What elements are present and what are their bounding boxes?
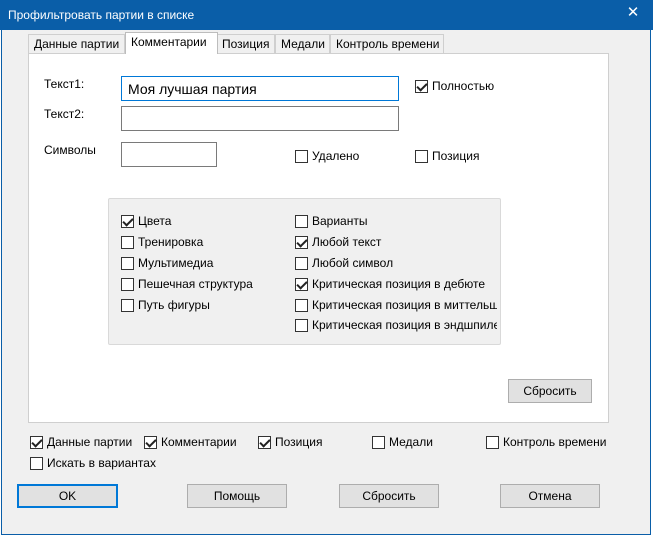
text2-label: Текст2: (44, 107, 85, 121)
tab-comments[interactable]: Комментарии (125, 32, 218, 54)
checkbox-box (121, 298, 134, 312)
option-critical-middlegame[interactable]: Критическая позиция в миттельшпиле (295, 298, 497, 312)
help-button[interactable]: Помощь (187, 484, 287, 508)
option-label: Любой символ (312, 256, 394, 270)
scope-label: Комментарии (161, 435, 237, 449)
checkbox-box (295, 256, 308, 270)
option-label: Критическая позиция в дебюте (312, 277, 486, 291)
panel-reset-button[interactable]: Сбросить (508, 379, 592, 403)
checkbox-box (30, 456, 43, 470)
scope-comments[interactable]: Комментарии (144, 435, 237, 449)
checkbox-box (486, 435, 499, 449)
checkbox-box (295, 214, 308, 228)
window-title: Профильтровать партии в списке (8, 8, 195, 22)
option-label: Путь фигуры (138, 298, 210, 312)
full-match-label: Полностью (432, 79, 495, 93)
checkbox-box (372, 435, 385, 449)
checkbox-box (415, 79, 428, 93)
checkbox-box (295, 235, 308, 249)
scope-game-data[interactable]: Данные партии (30, 435, 132, 449)
option-label: Критическая позиция в миттельшпиле (312, 298, 497, 312)
option-colors[interactable]: Цвета (121, 214, 171, 228)
checkbox-box (121, 214, 134, 228)
checkbox-box (295, 298, 308, 312)
tab-medals[interactable]: Медали (275, 34, 330, 53)
scope-label: Позиция (275, 435, 323, 449)
checkbox-box (121, 256, 134, 270)
option-critical-opening[interactable]: Критическая позиция в дебюте (295, 277, 497, 291)
scope-time-control[interactable]: Контроль времени (486, 435, 606, 449)
deleted-checkbox[interactable]: Удалено (295, 149, 359, 163)
tab-position[interactable]: Позиция (216, 34, 275, 53)
close-icon[interactable]: ✕ (624, 4, 642, 22)
checkbox-box (295, 318, 308, 332)
cancel-button[interactable]: Отмена (500, 484, 600, 508)
scope-label: Контроль времени (503, 435, 607, 449)
tab-time-control[interactable]: Контроль времени (330, 34, 444, 53)
option-label: Критическая позиция в эндшпиле (312, 318, 497, 332)
symbols-input[interactable] (121, 142, 217, 167)
checkbox-box (295, 149, 308, 163)
title-bar: Профильтровать партии в списке ✕ (0, 0, 653, 30)
full-match-checkbox[interactable]: Полностью (415, 79, 494, 93)
checkbox-box (30, 435, 43, 449)
option-label: Цвета (138, 214, 172, 228)
option-label: Пешечная структура (138, 277, 253, 291)
option-any-text[interactable]: Любой текст (295, 235, 497, 249)
checkbox-box (121, 235, 134, 249)
search-variants-checkbox[interactable]: Искать в вариантах (30, 456, 156, 470)
checkbox-box (295, 277, 308, 291)
text2-input[interactable] (121, 106, 399, 131)
ok-button[interactable]: OK (17, 484, 118, 508)
option-label: Варианты (312, 214, 368, 228)
checkbox-box (415, 149, 428, 163)
option-label: Любой текст (312, 235, 382, 249)
reset-button[interactable]: Сбросить (339, 484, 439, 508)
text1-input[interactable] (121, 76, 399, 101)
scope-position[interactable]: Позиция (258, 435, 322, 449)
scope-medals[interactable]: Медали (372, 435, 433, 449)
option-multimedia[interactable]: Мультимедиа (121, 256, 213, 270)
checkbox-box (121, 277, 134, 291)
scope-label: Данные партии (47, 435, 133, 449)
option-pawn-structure[interactable]: Пешечная структура (121, 277, 253, 291)
option-label: Тренировка (138, 235, 204, 249)
search-variants-label: Искать в вариантах (47, 456, 156, 470)
symbols-label: Символы (44, 143, 96, 157)
deleted-label: Удалено (312, 149, 360, 163)
position-label: Позиция (432, 149, 480, 163)
checkbox-box (258, 435, 271, 449)
option-any-symbol[interactable]: Любой символ (295, 256, 497, 270)
option-training[interactable]: Тренировка (121, 235, 203, 249)
option-label: Мультимедиа (138, 256, 214, 270)
tab-game-data[interactable]: Данные партии (28, 34, 125, 53)
text1-label: Текст1: (44, 77, 85, 91)
scope-label: Медали (389, 435, 433, 449)
position-checkbox[interactable]: Позиция (415, 149, 479, 163)
option-variations[interactable]: Варианты (295, 214, 497, 228)
option-piece-path[interactable]: Путь фигуры (121, 298, 210, 312)
checkbox-box (144, 435, 157, 449)
option-critical-endgame[interactable]: Критическая позиция в эндшпиле (295, 318, 497, 332)
